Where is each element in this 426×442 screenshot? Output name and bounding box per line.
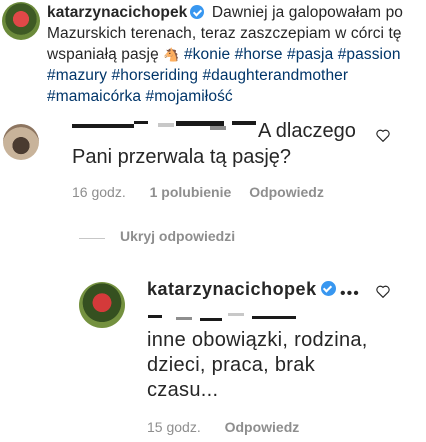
reply-meta: 15 godz. Odpowiedz (147, 419, 299, 435)
redacted-mention (252, 316, 296, 319)
reply-author-avatar[interactable] (79, 282, 125, 328)
reply-username-row: katarzynacichopek (147, 279, 339, 300)
verified-badge-icon (320, 281, 336, 296)
redacted-mention (200, 318, 222, 321)
redacted-mention (228, 313, 244, 316)
comment-time[interactable]: 16 godz. (72, 184, 126, 200)
horse-emoji-icon: 🐴 (163, 47, 180, 62)
redacted-username (134, 121, 148, 124)
reply-text: inne obowiązki, rodzina, dzieci, praca, … (147, 329, 368, 401)
redacted-mention (176, 317, 192, 320)
caption-hashtags-3[interactable]: #mamaicórka #mojamiłość (47, 88, 233, 105)
comment-text-2: Pani przerwala tą pasję? (72, 146, 292, 168)
reply-reply-button[interactable]: Odpowiedz (225, 419, 300, 435)
redacted-username (210, 126, 226, 130)
caption-hashtags-1[interactable]: #konie #horse #pasja #passion (184, 46, 401, 63)
reply-like-heart-icon[interactable] (376, 285, 390, 298)
caption-text-1: Dawniej ja galopowałam po (211, 4, 404, 21)
comment-meta: 16 godz. 1 polubienie Odpowiedz (72, 184, 324, 200)
comment-text-1: A dlaczego (258, 120, 356, 142)
like-heart-icon[interactable] (376, 129, 390, 142)
redacted-mention (148, 315, 162, 318)
comment-reply-button[interactable]: Odpowiedz (249, 184, 324, 200)
more-options-icon[interactable]: ••• (340, 285, 360, 303)
caption-username[interactable]: katarzynacichopek (47, 4, 187, 21)
verified-badge-icon (190, 5, 205, 19)
reply-time[interactable]: 15 godz. (147, 419, 201, 435)
replies-divider (79, 238, 105, 239)
redacted-username (158, 123, 174, 127)
reply-username[interactable]: katarzynacichopek (147, 279, 317, 299)
commenter-avatar[interactable] (3, 124, 39, 160)
hide-replies-button[interactable]: Ukryj odpowiedzi (120, 228, 235, 244)
comment-likes[interactable]: 1 polubienie (150, 184, 232, 200)
caption-text-3: wspaniałą pasję (47, 46, 159, 63)
author-avatar[interactable] (2, 2, 40, 40)
caption-hashtags-2[interactable]: #mazury #horseriding #daughterandmother (47, 67, 348, 84)
redacted-username (232, 121, 256, 125)
caption-text-2: Mazurskich terenach, teraz zaszczepiam w… (47, 25, 402, 42)
post-caption: katarzynacichopek Dawniej ja galopowałam… (47, 2, 419, 107)
redacted-username (72, 124, 134, 128)
